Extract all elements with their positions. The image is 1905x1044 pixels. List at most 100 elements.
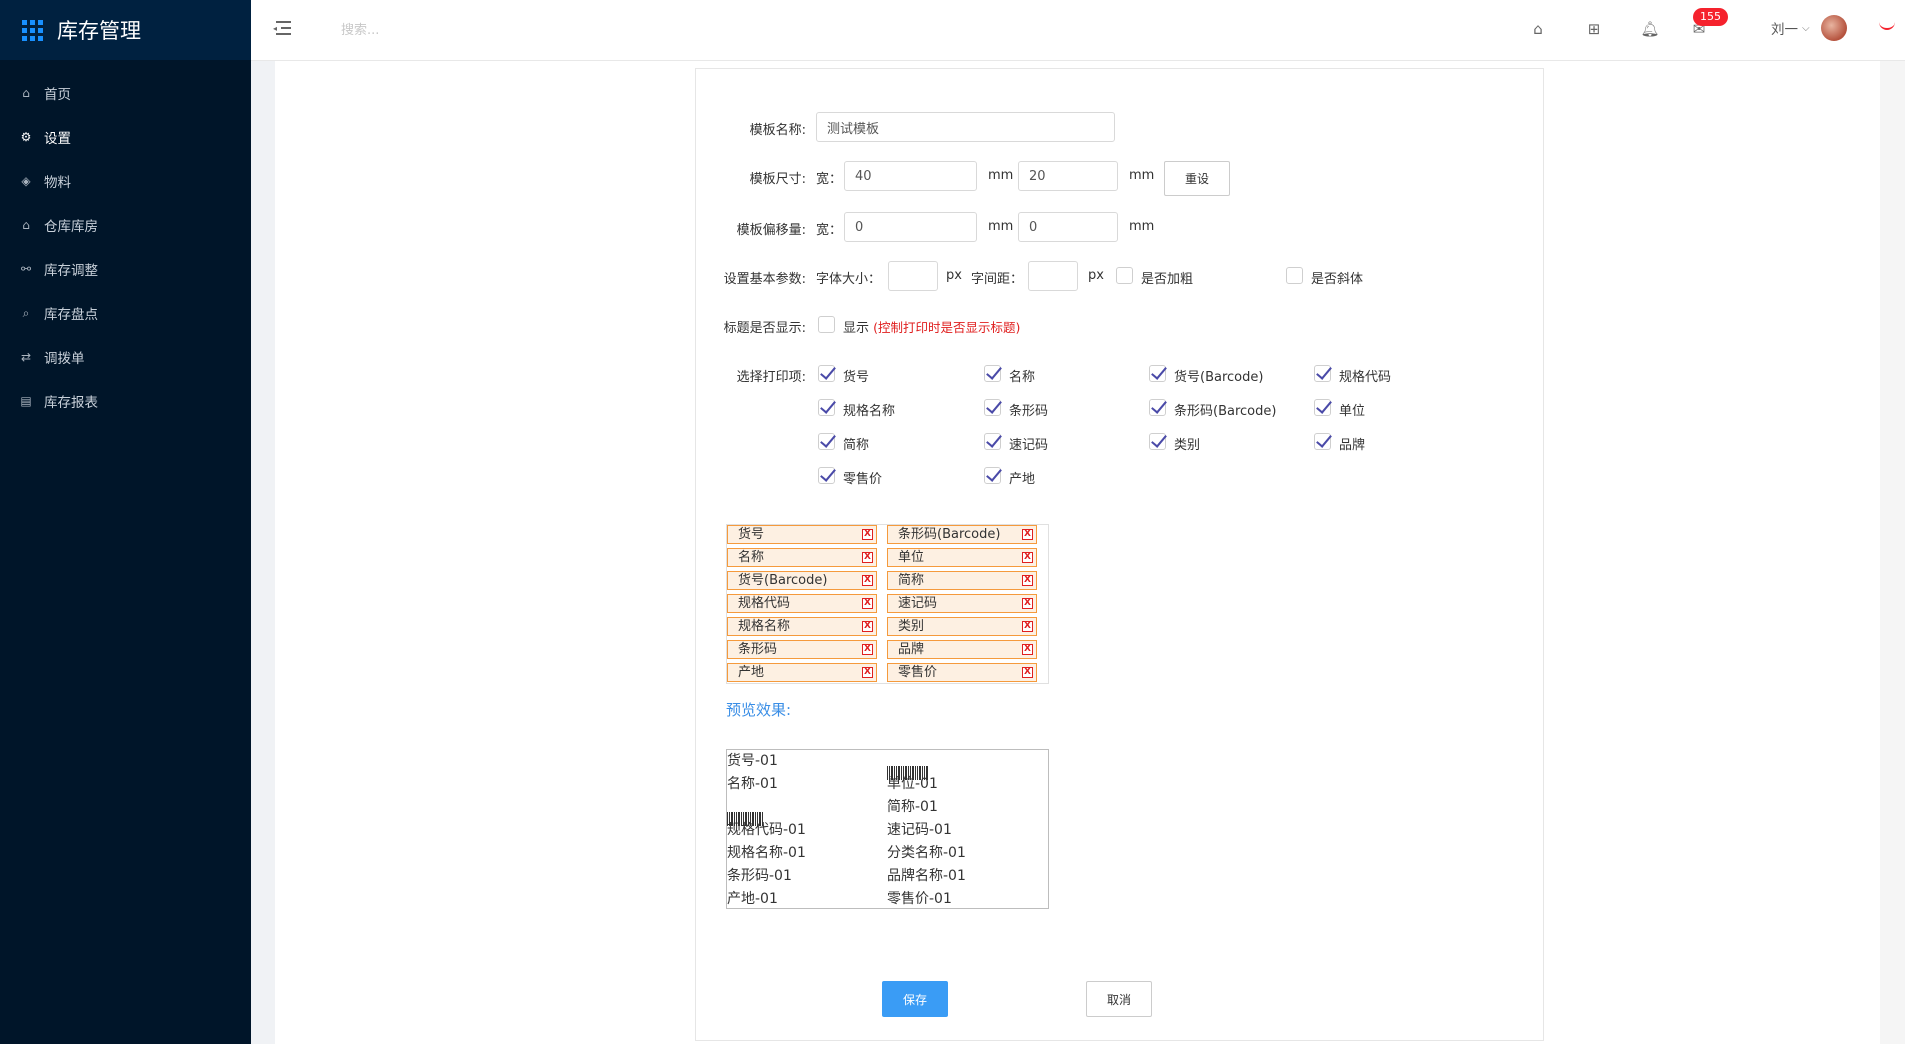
sidebar-item-home[interactable]: ⌂ 首页 — [0, 71, 251, 115]
print-item-checkbox[interactable] — [1149, 433, 1166, 450]
sidebar-item-stock-check[interactable]: ⌕ 库存盘点 — [0, 291, 251, 335]
print-item-checkbox[interactable] — [1149, 365, 1166, 382]
field-chip[interactable]: 条形码 X — [727, 640, 877, 659]
app-title: 库存管理 — [57, 19, 141, 43]
field-chip[interactable]: 规格名称 X — [727, 617, 877, 636]
print-item-checkbox[interactable] — [818, 467, 835, 484]
close-icon[interactable]: X — [862, 575, 873, 586]
field-chip-label: 产地 — [738, 665, 765, 680]
sidebar-item-settings[interactable]: ⚙ 设置 — [0, 115, 251, 159]
sidebar-item-warehouse[interactable]: ⌂ 仓库库房 — [0, 203, 251, 247]
user-menu[interactable]: 刘一 ⌵ — [1771, 18, 1810, 38]
print-item-checkbox[interactable] — [984, 467, 1001, 484]
print-item-checkbox[interactable] — [1314, 433, 1331, 450]
close-icon[interactable]: X — [1022, 552, 1033, 563]
field-chip[interactable]: 品牌 X — [887, 640, 1037, 659]
field-chip[interactable]: 货号 X — [727, 525, 877, 544]
bold-checkbox[interactable] — [1116, 267, 1133, 284]
font-size-input[interactable] — [888, 261, 938, 291]
print-item-label: 速记码 — [1009, 438, 1049, 453]
cancel-button[interactable]: 取消 — [1086, 981, 1152, 1017]
preview-text: 零售价-01 — [887, 891, 952, 907]
field-chip[interactable]: 零售价 X — [887, 663, 1037, 682]
print-item-label: 条形码 — [1009, 404, 1049, 419]
save-button[interactable]: 保存 — [882, 981, 948, 1017]
close-icon[interactable]: X — [862, 644, 873, 655]
close-icon[interactable]: X — [1022, 621, 1033, 632]
bold-label: 是否加粗 — [1141, 272, 1194, 287]
field-chip[interactable]: 名称 X — [727, 548, 877, 567]
close-icon[interactable]: X — [1022, 529, 1033, 540]
brand: 库存管理 — [0, 0, 251, 60]
letter-spacing-unit: px — [1088, 268, 1104, 283]
search-input[interactable] — [341, 19, 601, 41]
apps-grid-icon[interactable] — [22, 19, 43, 41]
offset-label: 模板偏移量: — [736, 223, 806, 238]
print-item-checkbox[interactable] — [1314, 365, 1331, 382]
sidebar-item-label: 设置 — [44, 131, 71, 147]
avatar[interactable] — [1821, 15, 1847, 41]
close-icon[interactable]: X — [862, 621, 873, 632]
sidebar-item-reports[interactable]: ▤ 库存报表 — [0, 379, 251, 423]
close-icon[interactable]: X — [1022, 575, 1033, 586]
print-item-label: 品牌 — [1339, 438, 1366, 453]
close-icon[interactable]: X — [1022, 644, 1033, 655]
print-item-checkbox[interactable] — [1149, 399, 1166, 416]
home-icon[interactable]: ⌂ — [1527, 18, 1549, 40]
field-chip[interactable]: 规格代码 X — [727, 594, 877, 613]
italic-checkbox[interactable] — [1286, 267, 1303, 284]
field-chip[interactable]: 货号(Barcode) X — [727, 571, 877, 590]
width-unit: mm — [988, 168, 1014, 183]
sidebar-item-stock-adjust[interactable]: ⚯ 库存调整 — [0, 247, 251, 291]
offset-height-input[interactable]: 0 — [1018, 212, 1118, 242]
close-icon[interactable]: X — [862, 598, 873, 609]
field-chip-label: 零售价 — [898, 665, 938, 680]
field-chip[interactable]: 简称 X — [887, 571, 1037, 590]
field-chip-label: 类别 — [898, 619, 925, 634]
menu-toggle-icon[interactable]: ◂ — [273, 19, 293, 37]
print-item-checkbox[interactable] — [818, 365, 835, 382]
field-chip[interactable]: 类别 X — [887, 617, 1037, 636]
field-chip-label: 货号 — [738, 527, 765, 542]
warehouse-icon: ⌂ — [22, 218, 30, 232]
show-title-checkbox[interactable] — [818, 316, 835, 333]
print-item-checkbox[interactable] — [984, 399, 1001, 416]
reset-button[interactable]: 重设 — [1164, 161, 1230, 196]
print-item-checkbox[interactable] — [1314, 399, 1331, 416]
letter-spacing-label: 字间距： — [971, 272, 1024, 287]
field-chip[interactable]: 单位 X — [887, 548, 1037, 567]
sidebar-item-materials[interactable]: ◈ 物料 — [0, 159, 251, 203]
close-icon[interactable]: X — [862, 529, 873, 540]
template-name-input[interactable]: 测试模板 — [816, 112, 1115, 142]
scrollbar-track[interactable] — [1880, 61, 1905, 1044]
apps-icon[interactable]: ⊞ — [1583, 18, 1605, 40]
print-item-checkbox[interactable] — [818, 399, 835, 416]
field-chip[interactable]: 速记码 X — [887, 594, 1037, 613]
offset-width-input[interactable]: 0 — [844, 212, 977, 242]
print-item-label: 货号(Barcode) — [1174, 370, 1264, 385]
chevron-down-icon: ⌵ — [1802, 22, 1810, 34]
print-item-checkbox[interactable] — [984, 365, 1001, 382]
field-chip[interactable]: 条形码(Barcode) X — [887, 525, 1037, 544]
print-item-label: 规格代码 — [1339, 370, 1392, 385]
height-unit: mm — [1129, 168, 1155, 183]
close-icon[interactable]: X — [1022, 598, 1033, 609]
width-input[interactable]: 40 — [844, 161, 977, 191]
bell-icon[interactable]: 🔔︎ — [1639, 18, 1661, 40]
close-icon[interactable]: X — [862, 552, 873, 563]
sidebar-menu: ⌂ 首页 ⚙ 设置 ◈ 物料 ⌂ 仓库库房 ⚯ 库存调整 ⌕ 库存盘点 ⇄ 调拨单 ▤ 库存报表 — [0, 60, 251, 423]
show-title-text: 显示 (控制打印时是否显示标题) — [843, 317, 1020, 336]
height-input[interactable]: 20 — [1018, 161, 1118, 191]
print-item-checkbox[interactable] — [984, 433, 1001, 450]
sidebar-item-transfer[interactable]: ⇄ 调拨单 — [0, 335, 251, 379]
letter-spacing-input[interactable] — [1028, 261, 1078, 291]
inventory-check-icon: ⌕ — [22, 305, 30, 320]
close-icon[interactable]: X — [1022, 667, 1033, 678]
preview-text: 规格代码-01 — [727, 822, 806, 838]
close-icon[interactable]: X — [862, 667, 873, 678]
gear-icon: ⚙ — [20, 130, 32, 144]
print-item-checkbox[interactable] — [818, 433, 835, 450]
offset-width-unit: mm — [988, 219, 1014, 234]
field-chip[interactable]: 产地 X — [727, 663, 877, 682]
notification-badge: 155 — [1693, 8, 1728, 26]
